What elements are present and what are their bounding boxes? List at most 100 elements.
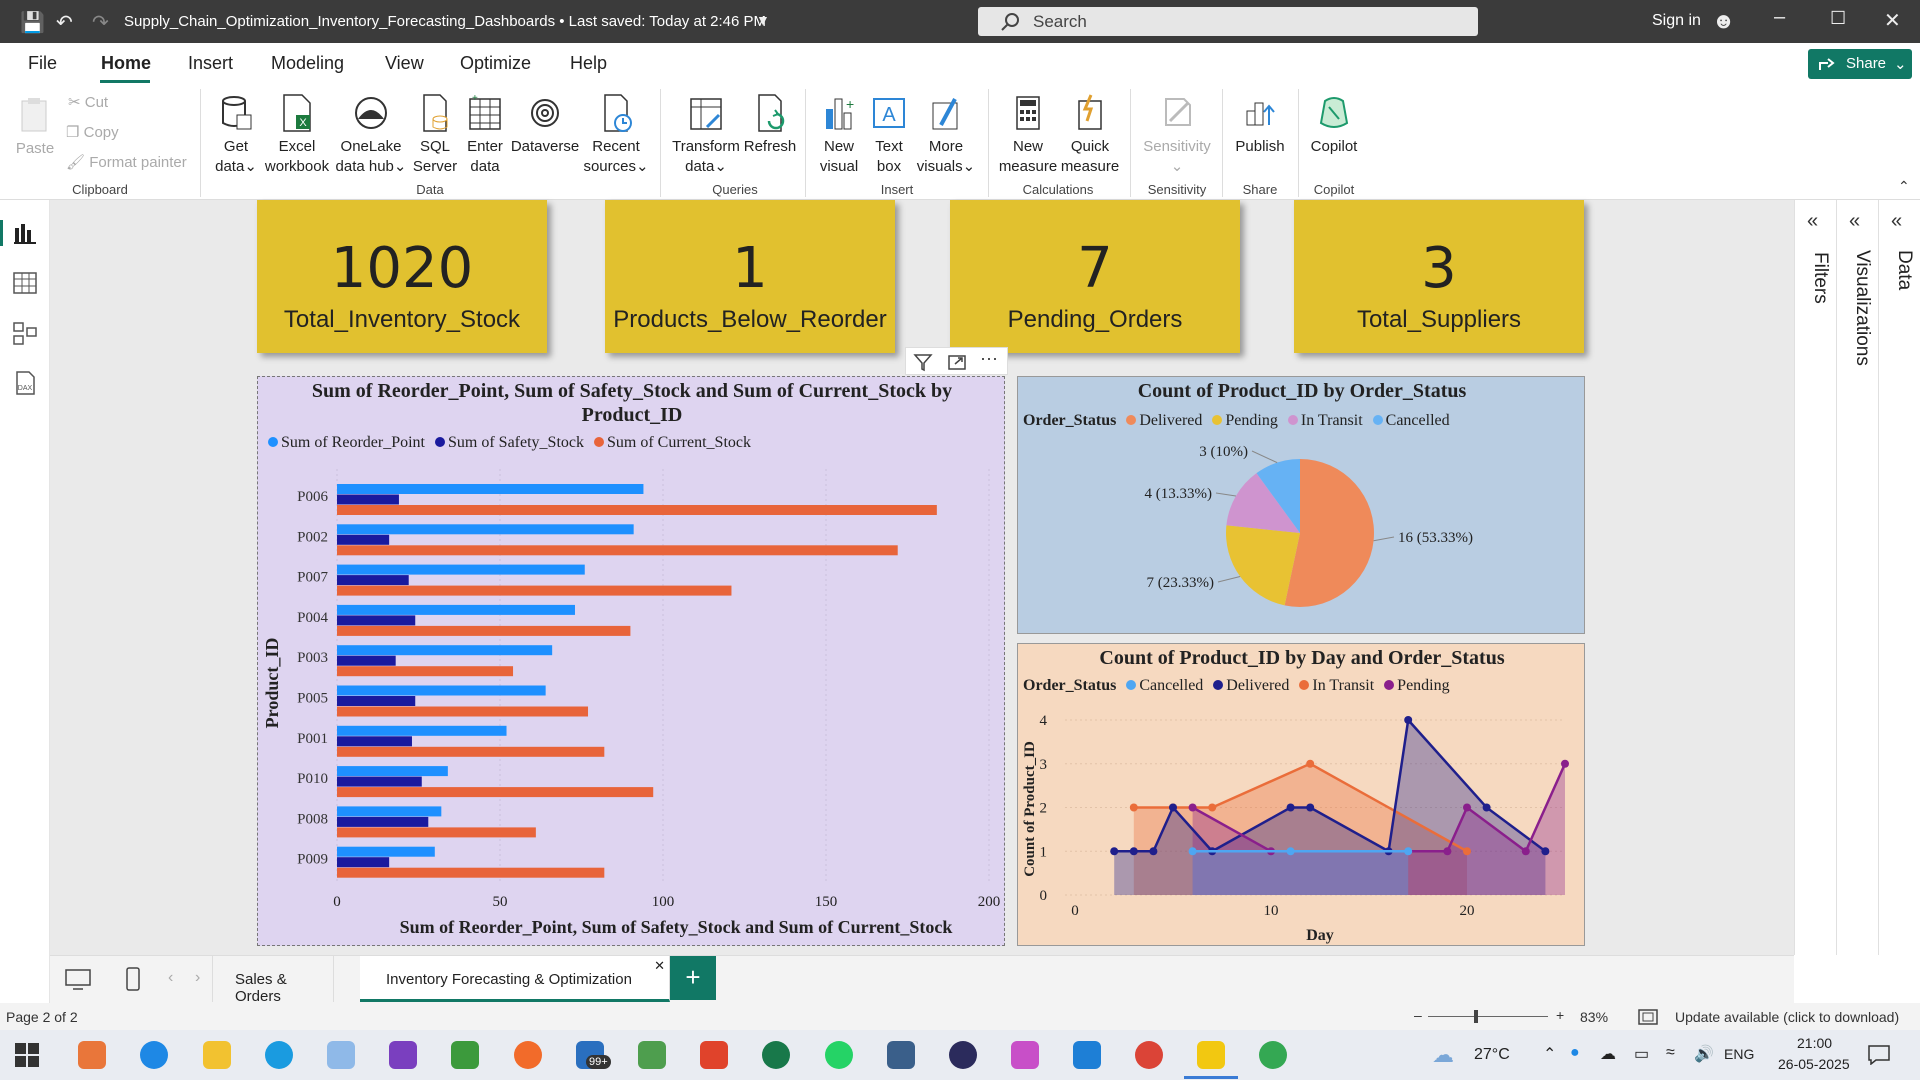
filters-pane[interactable]: « Filters — [1794, 200, 1836, 955]
close-icon[interactable]: ✕ — [1884, 8, 1901, 33]
more-visuals-button[interactable]: More visuals⌄ — [914, 93, 978, 177]
transform-data-button[interactable]: Transform data⌄ — [670, 93, 742, 177]
next-page-icon[interactable]: › — [195, 969, 200, 987]
kpi-card-total-suppliers[interactable]: 3 Total_Suppliers — [1294, 200, 1584, 353]
zoom-slider[interactable] — [1428, 1016, 1548, 1017]
tab-sales-orders[interactable]: Sales & Orders — [212, 956, 334, 1005]
zoom-level[interactable]: 83% — [1580, 1009, 1608, 1025]
menu-help[interactable]: Help — [570, 53, 607, 74]
expand-visualizations-icon[interactable]: « — [1849, 210, 1860, 233]
brave-browser-icon[interactable] — [700, 1041, 728, 1069]
clock-time[interactable]: 21:00 — [1797, 1035, 1832, 1051]
report-view-icon[interactable] — [12, 220, 38, 246]
mysql-workbench-icon[interactable] — [887, 1041, 915, 1069]
maximize-icon[interactable]: ☐ — [1830, 8, 1846, 29]
text-box-button[interactable]: A Text box — [866, 93, 912, 177]
update-available-link[interactable]: Update available (click to download) — [1675, 1009, 1899, 1025]
format-painter-button[interactable]: 🖌 Format painter — [66, 153, 187, 171]
tab-inventory-forecasting[interactable]: Inventory Forecasting & Optimization ✕ — [360, 956, 670, 1002]
model-view-icon[interactable] — [12, 320, 38, 346]
menu-modeling[interactable]: Modeling — [271, 53, 344, 74]
get-data-button[interactable]: Get data⌄ — [210, 93, 262, 177]
dax-query-view-icon[interactable]: DAX — [12, 370, 38, 396]
app-icon-2[interactable] — [327, 1041, 355, 1069]
menu-view[interactable]: View — [385, 53, 424, 74]
visual-studio-icon[interactable] — [389, 1041, 417, 1069]
vscode-icon[interactable] — [1073, 1041, 1101, 1069]
redo-icon[interactable]: ↷ — [92, 10, 109, 35]
volume-icon[interactable]: 🔊 — [1694, 1044, 1714, 1064]
kpi-card-total-inventory[interactable]: 1020 Total_Inventory_Stock — [257, 200, 547, 353]
weather-icon[interactable]: ☁ — [1432, 1042, 1454, 1068]
previous-page-icon[interactable]: ‹ — [168, 969, 173, 987]
edge-tray-icon[interactable]: ● — [1570, 1044, 1580, 1062]
file-title[interactable]: Supply_Chain_Optimization_Inventory_Fore… — [124, 13, 766, 30]
menu-optimize[interactable]: Optimize — [460, 53, 531, 74]
refresh-button[interactable]: Refresh — [742, 93, 798, 157]
table-view-icon[interactable] — [12, 270, 38, 296]
share-button[interactable]: Share ⌄ — [1808, 49, 1912, 79]
copilot-button[interactable]: Copilot — [1304, 93, 1364, 157]
sensitivity-button[interactable]: Sensitivity ⌄ — [1138, 93, 1216, 177]
notifications-icon[interactable] — [1868, 1045, 1890, 1065]
visualizations-pane[interactable]: « Visualizations — [1836, 200, 1878, 955]
cut-button[interactable]: ✂ Cut — [68, 93, 108, 111]
cloud-tray-icon[interactable]: ☁ — [1600, 1044, 1616, 1064]
publish-button[interactable]: Publish — [1228, 93, 1292, 157]
save-icon[interactable]: 💾 — [20, 10, 45, 35]
edge-browser-icon[interactable] — [140, 1041, 168, 1069]
app-icon-4[interactable] — [638, 1041, 666, 1069]
collapse-ribbon-icon[interactable]: ⌃ — [1898, 178, 1910, 195]
undo-icon[interactable]: ↶ — [56, 10, 73, 35]
menu-file[interactable]: File — [28, 53, 57, 74]
kpi-card-pending-orders[interactable]: 7 Pending_Orders — [950, 200, 1240, 353]
menu-home[interactable]: Home — [101, 53, 151, 74]
desktop-layout-icon[interactable] — [64, 968, 92, 992]
add-page-button[interactable]: + — [670, 956, 716, 1000]
language-indicator[interactable]: ENG — [1724, 1046, 1754, 1062]
more-options-icon[interactable]: ⋯ — [980, 349, 998, 370]
zoom-slider-thumb[interactable] — [1474, 1010, 1478, 1023]
skype-icon[interactable] — [265, 1041, 293, 1069]
whatsapp-icon[interactable] — [825, 1041, 853, 1069]
focus-mode-icon[interactable] — [947, 352, 967, 372]
postman-icon[interactable] — [514, 1041, 542, 1069]
kpi-card-products-below-reorder[interactable]: 1 Products_Below_Reorder — [605, 200, 895, 353]
chrome-icon[interactable] — [1135, 1041, 1163, 1069]
fit-to-page-icon[interactable] — [1638, 1009, 1658, 1025]
bar-chart-visual[interactable]: Sum of Reorder_Point, Sum of Safety_Stoc… — [257, 376, 1005, 946]
chevron-down-icon[interactable]: ▼ — [756, 12, 770, 28]
eclipse-icon[interactable] — [949, 1041, 977, 1069]
weather-temperature[interactable]: 27°C — [1474, 1046, 1510, 1064]
onelake-button[interactable]: OneLake data hub⌄ — [333, 93, 409, 177]
app-icon-1[interactable] — [78, 1041, 106, 1069]
menu-insert[interactable]: Insert — [188, 53, 233, 74]
area-chart-visual[interactable]: Count of Product_ID by Day and Order_Sta… — [1017, 643, 1585, 946]
battery-icon[interactable]: ▭ — [1634, 1044, 1649, 1064]
chevron-up-icon[interactable]: ⌃ — [1543, 1044, 1556, 1064]
recent-sources-button[interactable]: Recent sources⌄ — [582, 93, 650, 177]
sign-in-link[interactable]: Sign in — [1652, 12, 1701, 30]
wifi-icon[interactable]: ≈ — [1666, 1044, 1675, 1062]
sql-server-button[interactable]: SQL Server — [410, 93, 460, 177]
chrome-profile-icon[interactable] — [1259, 1041, 1287, 1069]
account-icon[interactable]: ☻ — [1712, 8, 1735, 34]
power-bi-icon[interactable] — [1197, 1041, 1225, 1069]
dataverse-button[interactable]: Dataverse — [508, 93, 582, 157]
excel-workbook-button[interactable]: X Excel workbook — [262, 93, 332, 177]
copy-button[interactable]: ❐ Copy — [66, 123, 119, 141]
zoom-in-icon[interactable]: + — [1556, 1007, 1564, 1023]
paste-button[interactable]: Paste — [12, 95, 58, 159]
app-icon-3[interactable]: 99+ — [576, 1041, 611, 1069]
zoom-out-icon[interactable]: – — [1414, 1007, 1422, 1023]
clock-date[interactable]: 26-05-2025 — [1778, 1056, 1850, 1072]
enter-data-button[interactable]: + Enter data — [462, 93, 508, 177]
pie-chart-visual[interactable]: Count of Product_ID by Order_Status Orde… — [1017, 376, 1585, 634]
filter-icon[interactable] — [913, 352, 933, 372]
windows-start-icon[interactable] — [14, 1042, 40, 1068]
mobile-layout-icon[interactable] — [124, 967, 144, 993]
quick-measure-button[interactable]: Quick measure — [1060, 93, 1120, 177]
minimize-icon[interactable]: – — [1774, 6, 1785, 29]
microsoft365-icon[interactable] — [1011, 1041, 1039, 1069]
mongodb-icon[interactable] — [762, 1041, 790, 1069]
